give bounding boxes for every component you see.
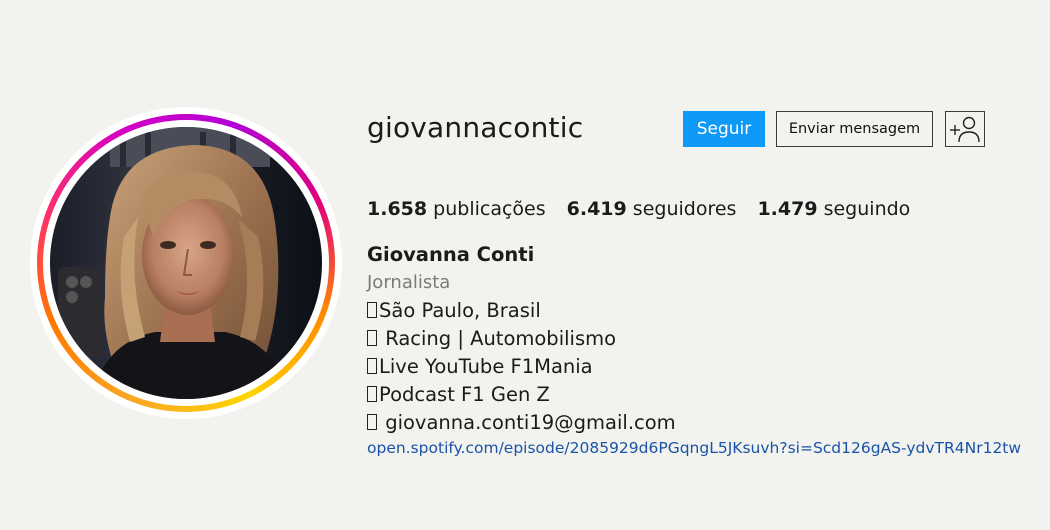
- stat-posts: 1.658 publicações: [367, 198, 546, 220]
- posts-count: 1.658: [367, 198, 428, 220]
- stat-followers[interactable]: 6.419 seguidores: [567, 198, 737, 220]
- bio-external-link[interactable]: open.spotify.com/episode/2085929d6PGqngL…: [367, 437, 1050, 459]
- bio-line-location: São Paulo, Brasil: [367, 297, 1050, 325]
- profile-category: Jornalista: [367, 272, 451, 293]
- missing-glyph-icon: [367, 302, 377, 318]
- add-user-icon: [950, 116, 980, 143]
- full-name: Giovanna Conti: [367, 243, 535, 266]
- profile-stats: 1.658 publicações 6.419 seguidores 1.479…: [367, 198, 910, 220]
- follow-button[interactable]: Seguir: [683, 111, 765, 147]
- bio-line-podcast: Podcast F1 Gen Z: [367, 381, 1050, 409]
- bio-line-racing: Racing | Automobilismo: [367, 325, 1050, 353]
- posts-label: publicações: [433, 198, 546, 220]
- profile-bio: Giovanna Conti Jornalista São Paulo, Bra…: [367, 241, 1050, 459]
- bio-line-text: São Paulo, Brasil: [379, 299, 541, 322]
- bio-line-email: giovanna.conti19@gmail.com: [367, 409, 1050, 437]
- bio-line-text: Racing | Automobilismo: [379, 327, 617, 350]
- bio-line-live: Live YouTube F1Mania: [367, 353, 1050, 381]
- send-message-button[interactable]: Enviar mensagem: [776, 111, 933, 147]
- following-label: seguindo: [823, 198, 911, 220]
- story-ring: [37, 114, 335, 412]
- avatar-gap: [43, 120, 329, 406]
- profile-photo: [50, 127, 322, 399]
- followers-count: 6.419: [566, 198, 627, 220]
- missing-glyph-icon: [367, 386, 377, 402]
- missing-glyph-icon: [367, 330, 377, 346]
- profile-username: giovannacontic: [367, 111, 584, 144]
- bio-line-text: Live YouTube F1Mania: [379, 355, 593, 378]
- stat-following[interactable]: 1.479 seguindo: [757, 198, 910, 220]
- suggested-users-button[interactable]: [945, 111, 985, 147]
- avatar[interactable]: [30, 107, 342, 419]
- missing-glyph-icon: [367, 358, 377, 374]
- missing-glyph-icon: [367, 414, 377, 430]
- bio-line-text: Podcast F1 Gen Z: [379, 383, 550, 406]
- followers-label: seguidores: [632, 198, 737, 220]
- bio-line-text: giovanna.conti19@gmail.com: [379, 411, 676, 434]
- following-count: 1.479: [757, 198, 818, 220]
